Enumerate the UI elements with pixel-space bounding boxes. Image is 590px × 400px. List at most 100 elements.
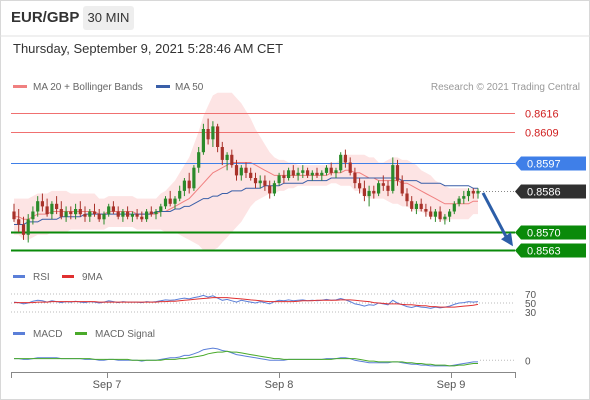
candle-body: [424, 209, 428, 212]
candle-body: [211, 126, 215, 140]
candle-body: [116, 211, 120, 217]
candle-body: [163, 198, 168, 207]
resistance-value-label: 0.8609: [525, 128, 559, 140]
candle-body: [192, 167, 196, 189]
ma50-legend-label: MA 50: [175, 82, 204, 93]
candle-body: [429, 211, 433, 217]
candle-body: [433, 211, 437, 217]
candle-body: [405, 193, 409, 202]
candle-body: [372, 190, 376, 194]
level-labels: 0.8616 0.8609 0.8597 0.8586 0.8570 0.8563: [515, 109, 586, 258]
macd-panel: 0: [14, 347, 531, 367]
candle-body: [419, 203, 423, 209]
support-value-label: 0.8570: [527, 228, 561, 240]
candle-body: [377, 183, 381, 194]
candle-body: [102, 214, 106, 220]
macd-tick-label: 0: [525, 356, 531, 367]
candle-body: [410, 201, 414, 209]
candle-body: [206, 129, 210, 140]
candle-body: [353, 172, 357, 184]
x-axis-tick-label: Sep 7: [93, 379, 122, 391]
candle-body: [324, 167, 329, 173]
candle-body: [466, 190, 471, 197]
candle-body: [55, 203, 59, 209]
candle-body: [296, 172, 300, 176]
candle-body: [17, 219, 21, 225]
candle-body: [88, 211, 92, 217]
candle-body: [121, 211, 125, 217]
candle-body: [64, 211, 68, 217]
rsi-ma-legend-swatch: [62, 275, 74, 278]
ma20-legend-label: MA 20 + Bollinger Bands: [33, 82, 143, 93]
candle-body: [145, 211, 149, 220]
candle-body: [253, 178, 258, 184]
candle-body: [197, 152, 201, 168]
candle-body: [149, 211, 153, 215]
candle-body: [78, 209, 82, 215]
candle-body: [462, 196, 466, 199]
chart-canvas: MA 20 + Bollinger Bands MA 50 Research ©…: [0, 35, 590, 391]
support-value-label: 0.8563: [527, 246, 561, 258]
candle-body: [438, 211, 442, 220]
candle-body: [443, 216, 447, 220]
candle-body: [225, 154, 229, 160]
copyright-label: Research © 2021 Trading Central: [431, 82, 580, 93]
rsi-legend-swatch: [13, 275, 25, 278]
rsi-legend: RSI 9MA: [13, 272, 103, 283]
candle-body: [140, 216, 144, 220]
candle-body: [220, 147, 224, 160]
candle-body: [244, 167, 248, 173]
candle-body: [154, 211, 158, 215]
candle-body: [268, 185, 272, 194]
candle-body: [320, 172, 324, 176]
candle-body: [216, 126, 220, 147]
pivot-value-label: 0.8597: [527, 159, 561, 171]
rsi-tick-label: 30: [525, 308, 537, 319]
candle-body: [348, 162, 352, 173]
candle-body: [36, 201, 40, 212]
candle-body: [448, 211, 452, 217]
last-price-label: 0.8586: [527, 187, 561, 199]
candle-body: [400, 180, 404, 194]
rsi-panel: 705030: [11, 290, 537, 319]
candle-body: [277, 175, 281, 184]
candle-body: [31, 211, 35, 220]
forecast-arrow: [481, 192, 513, 247]
candle-body: [83, 214, 87, 217]
candle-body: [230, 154, 234, 166]
candle-body: [187, 180, 191, 189]
x-axis: Sep 7 Sep 8 Sep 9: [11, 372, 516, 391]
macd-legend: MACD MACD Signal: [13, 329, 155, 340]
resistance-value-label: 0.8616: [525, 109, 559, 121]
candle-body: [239, 167, 243, 176]
candle-body: [111, 206, 115, 212]
candle-body: [414, 203, 418, 209]
candle-body: [263, 180, 267, 186]
candle-body: [334, 170, 338, 173]
candle-body: [26, 219, 30, 235]
candle-body: [69, 211, 73, 215]
candle-body: [381, 183, 385, 186]
candle-body: [391, 165, 395, 191]
candle-body: [50, 203, 54, 215]
candle-body: [329, 167, 333, 173]
candle-body: [306, 170, 310, 176]
candle-body: [12, 211, 16, 220]
macd-signal-legend-label: MACD Signal: [95, 329, 155, 340]
candle-body: [310, 172, 314, 176]
x-axis-tick-label: Sep 8: [265, 379, 294, 391]
candle-body: [21, 224, 26, 235]
candle-body: [168, 198, 172, 204]
candle-body: [74, 209, 78, 215]
candle-body: [173, 198, 177, 204]
candle-body: [249, 172, 253, 178]
macd-signal-legend-swatch: [75, 332, 87, 335]
candle-body: [457, 198, 461, 204]
candle-body: [92, 211, 97, 215]
candle-body: [126, 211, 130, 217]
macd-line: [14, 347, 478, 367]
candle-body: [130, 214, 134, 217]
candle-body: [201, 129, 205, 153]
candle-body: [107, 206, 111, 215]
ma20-legend-swatch: [13, 85, 27, 88]
